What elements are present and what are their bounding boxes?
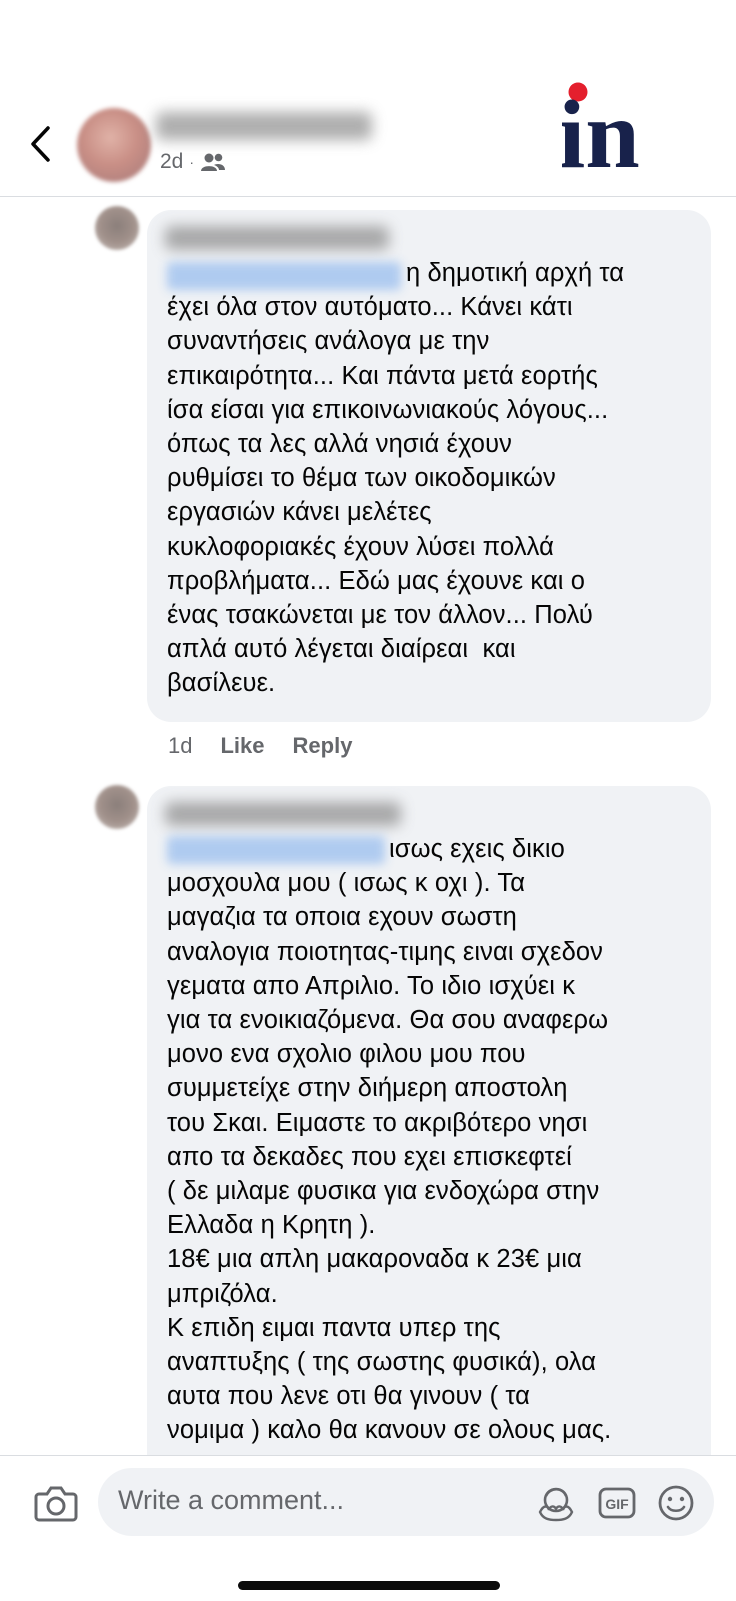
comment-bubble: ισως εχεις δικιο μοσχουλα μου ( ισως κ ο… [147, 786, 711, 1506]
comment-text: ισως εχεις δικιο μοσχουλα μου ( ισως κ ο… [167, 835, 612, 1445]
home-indicator[interactable] [238, 1581, 500, 1590]
logo-text: in [562, 82, 640, 172]
comment-input-placeholder[interactable]: Write a comment... [118, 1485, 344, 1516]
post-meta: 2d · [160, 150, 226, 174]
post-header: 2d · in [0, 0, 736, 197]
author-avatar[interactable] [77, 108, 151, 182]
comment-time[interactable]: 1d [168, 733, 192, 759]
meta-separator: · [189, 154, 195, 170]
author-name-redacted[interactable] [156, 112, 372, 140]
comment-actions: 1d Like Reply [168, 733, 352, 759]
header-divider [0, 196, 736, 197]
avatar-sticker-icon[interactable] [536, 1484, 576, 1522]
in-logo: in [562, 82, 640, 172]
svg-text:GIF: GIF [605, 1496, 629, 1512]
post-time[interactable]: 2d [160, 150, 183, 174]
like-button[interactable]: Like [220, 733, 264, 759]
commenter-name-redacted[interactable] [165, 226, 389, 250]
emoji-icon[interactable] [656, 1484, 696, 1522]
camera-icon[interactable] [34, 1483, 78, 1523]
gif-icon[interactable]: GIF [597, 1484, 637, 1522]
commenter-avatar[interactable] [95, 206, 139, 250]
commenter-name-redacted[interactable] [165, 802, 401, 826]
comment-text: η δημοτική αρχή τα έχει όλα στον αυτόματ… [167, 259, 625, 698]
back-arrow-icon[interactable] [24, 122, 58, 166]
friends-icon [201, 153, 226, 171]
comment-bubble: η δημοτική αρχή τα έχει όλα στον αυτόματ… [147, 210, 711, 722]
reply-button[interactable]: Reply [293, 733, 353, 759]
commenter-avatar[interactable] [95, 785, 139, 829]
